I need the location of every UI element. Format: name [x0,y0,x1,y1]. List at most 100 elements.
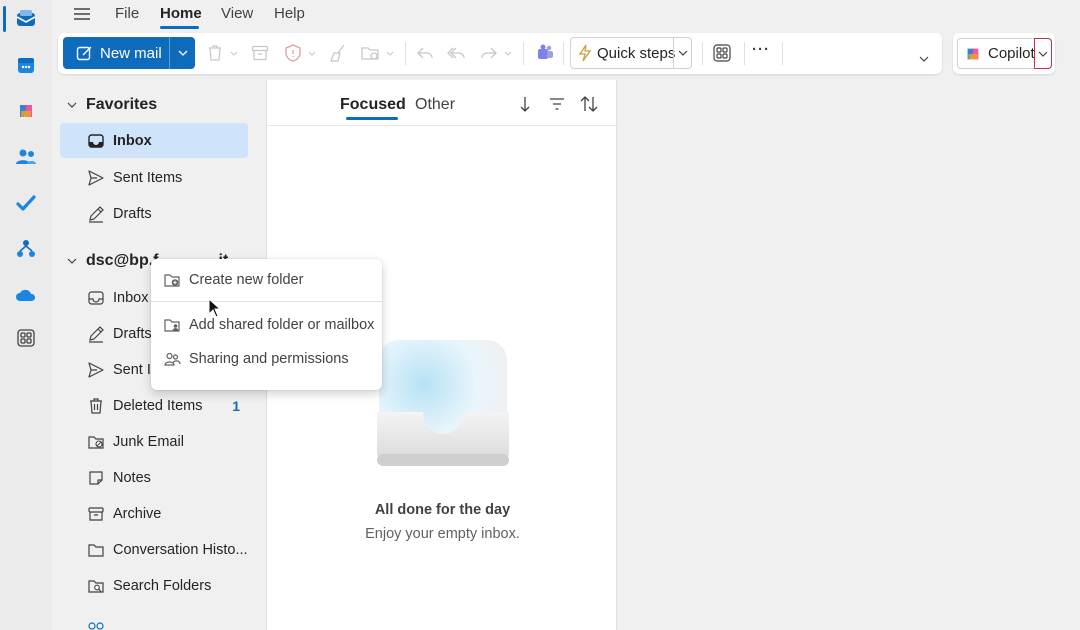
unread-count-badge: 1 [232,397,240,414]
empty-inbox-illustration [377,340,509,466]
onedrive-app-icon[interactable] [10,279,42,311]
chevron-down-icon [386,51,394,56]
tab-home-underline [160,26,199,29]
pivot-focused-underline [346,117,398,120]
new-mail-dropdown[interactable] [169,37,195,69]
send-icon [88,169,104,186]
more-apps-icon[interactable] [10,322,42,354]
copilot-app-icon[interactable] [10,95,42,127]
delete-icon[interactable] [205,43,225,63]
ribbon-toolbar: New mail Quick steps ··· [58,33,942,74]
tab-file[interactable]: File [115,5,139,27]
new-mail-label: New mail [100,44,162,62]
sweep-icon[interactable] [328,43,348,63]
sort-icon[interactable] [579,94,599,114]
compose-icon [76,46,92,60]
pivot-focused[interactable]: Focused [340,96,406,114]
chevron-down-icon [67,102,77,108]
ribbon-expand-chevron-icon[interactable] [919,56,929,62]
mail-app-icon[interactable] [10,3,42,35]
folder-deleted-items[interactable]: Deleted Items 1 [60,388,248,423]
note-icon [89,470,103,485]
tab-view[interactable]: View [221,5,253,27]
ribbon-divider [563,42,564,65]
chevron-down-icon [1038,51,1048,57]
archive-icon [88,506,104,521]
favorite-sent-items[interactable]: Sent Items [60,160,248,195]
favorites-label: Favorites [86,96,158,113]
pencil-icon [89,205,104,223]
quick-steps-button[interactable]: Quick steps [570,37,692,69]
favorites-header[interactable]: Favorites [66,94,157,116]
reading-pane [618,80,1080,630]
copilot-dropdown[interactable] [1034,38,1052,69]
tab-help[interactable]: Help [274,5,305,27]
trash-icon [90,397,102,414]
reply-icon[interactable] [415,43,435,63]
search-folder-icon [88,579,104,593]
calendar-app-icon[interactable] [10,49,42,81]
groups-icon [88,622,104,630]
junk-folder-icon [88,435,104,449]
chevron-down-icon [678,50,687,56]
folder-archive[interactable]: Archive [60,496,248,531]
folder-conversation-history[interactable]: Conversation Histo... [60,532,248,567]
ribbon-divider [782,42,783,65]
people-icon [164,352,181,366]
favorite-drafts[interactable]: Drafts [60,196,248,231]
arrow-down-icon[interactable] [515,94,535,114]
more-options-button[interactable]: ··· [752,41,770,58]
org-explorer-app-icon[interactable] [10,233,42,265]
chevron-down-icon [230,51,238,56]
ribbon-divider [523,42,524,65]
shared-folder-icon [164,319,180,332]
empty-state-title: All done for the day [374,502,511,518]
folder-icon [88,543,104,557]
folder-notes[interactable]: Notes [60,460,248,495]
teams-icon[interactable] [535,43,555,63]
quick-steps-dropdown[interactable] [673,38,691,68]
filter-icon[interactable] [547,94,567,114]
menu-item-sharing-permissions[interactable]: Sharing and permissions [155,343,378,375]
move-to-folder-icon[interactable] [360,43,380,63]
send-icon [88,361,104,378]
menu-item-add-shared-folder[interactable]: Add shared folder or mailbox [155,309,378,341]
hamburger-menu-icon[interactable] [72,4,92,24]
copilot-icon [967,48,979,59]
tab-home[interactable]: Home [160,5,202,27]
menu-divider [151,301,382,302]
archive-ribbon-icon[interactable] [250,43,270,63]
folder-junk-email[interactable]: Junk Email [60,424,248,459]
add-folder-icon [164,274,180,287]
chevron-down-icon [308,51,316,56]
inbox-icon [88,133,104,148]
report-shield-icon[interactable] [283,43,303,63]
empty-state-subtitle: Enjoy your empty inbox. [365,526,520,542]
apps-grid-icon[interactable] [712,43,732,63]
forward-icon[interactable] [479,43,499,63]
reply-all-icon[interactable] [447,43,467,63]
todo-app-icon[interactable] [10,187,42,219]
copilot-button[interactable]: Copilot [957,38,1052,69]
new-mail-button[interactable]: New mail [63,37,169,69]
copilot-container: Copilot [953,33,1055,74]
copilot-label: Copilot [988,45,1035,62]
inbox-icon [88,290,104,305]
ribbon-divider [702,42,703,65]
pivot-other[interactable]: Other [415,96,455,114]
quick-steps-label: Quick steps [597,44,676,62]
app-rail [0,0,52,630]
ribbon-divider [405,42,406,65]
rail-active-indicator [3,6,6,32]
chevron-down-icon [67,258,77,264]
mouse-cursor-icon [208,298,222,318]
favorite-inbox[interactable]: Inbox [60,123,248,158]
people-app-icon[interactable] [10,141,42,173]
folder-context-menu: Create new folder Add shared folder or m… [151,259,382,390]
folder-search-folders[interactable]: Search Folders [60,568,248,603]
account-label: dsc@bp.f [86,252,159,269]
lightning-icon [578,44,592,62]
message-list-header: Focused Other [267,80,618,126]
menu-item-create-new-folder[interactable]: Create new folder [155,264,378,296]
pencil-icon [89,325,104,343]
